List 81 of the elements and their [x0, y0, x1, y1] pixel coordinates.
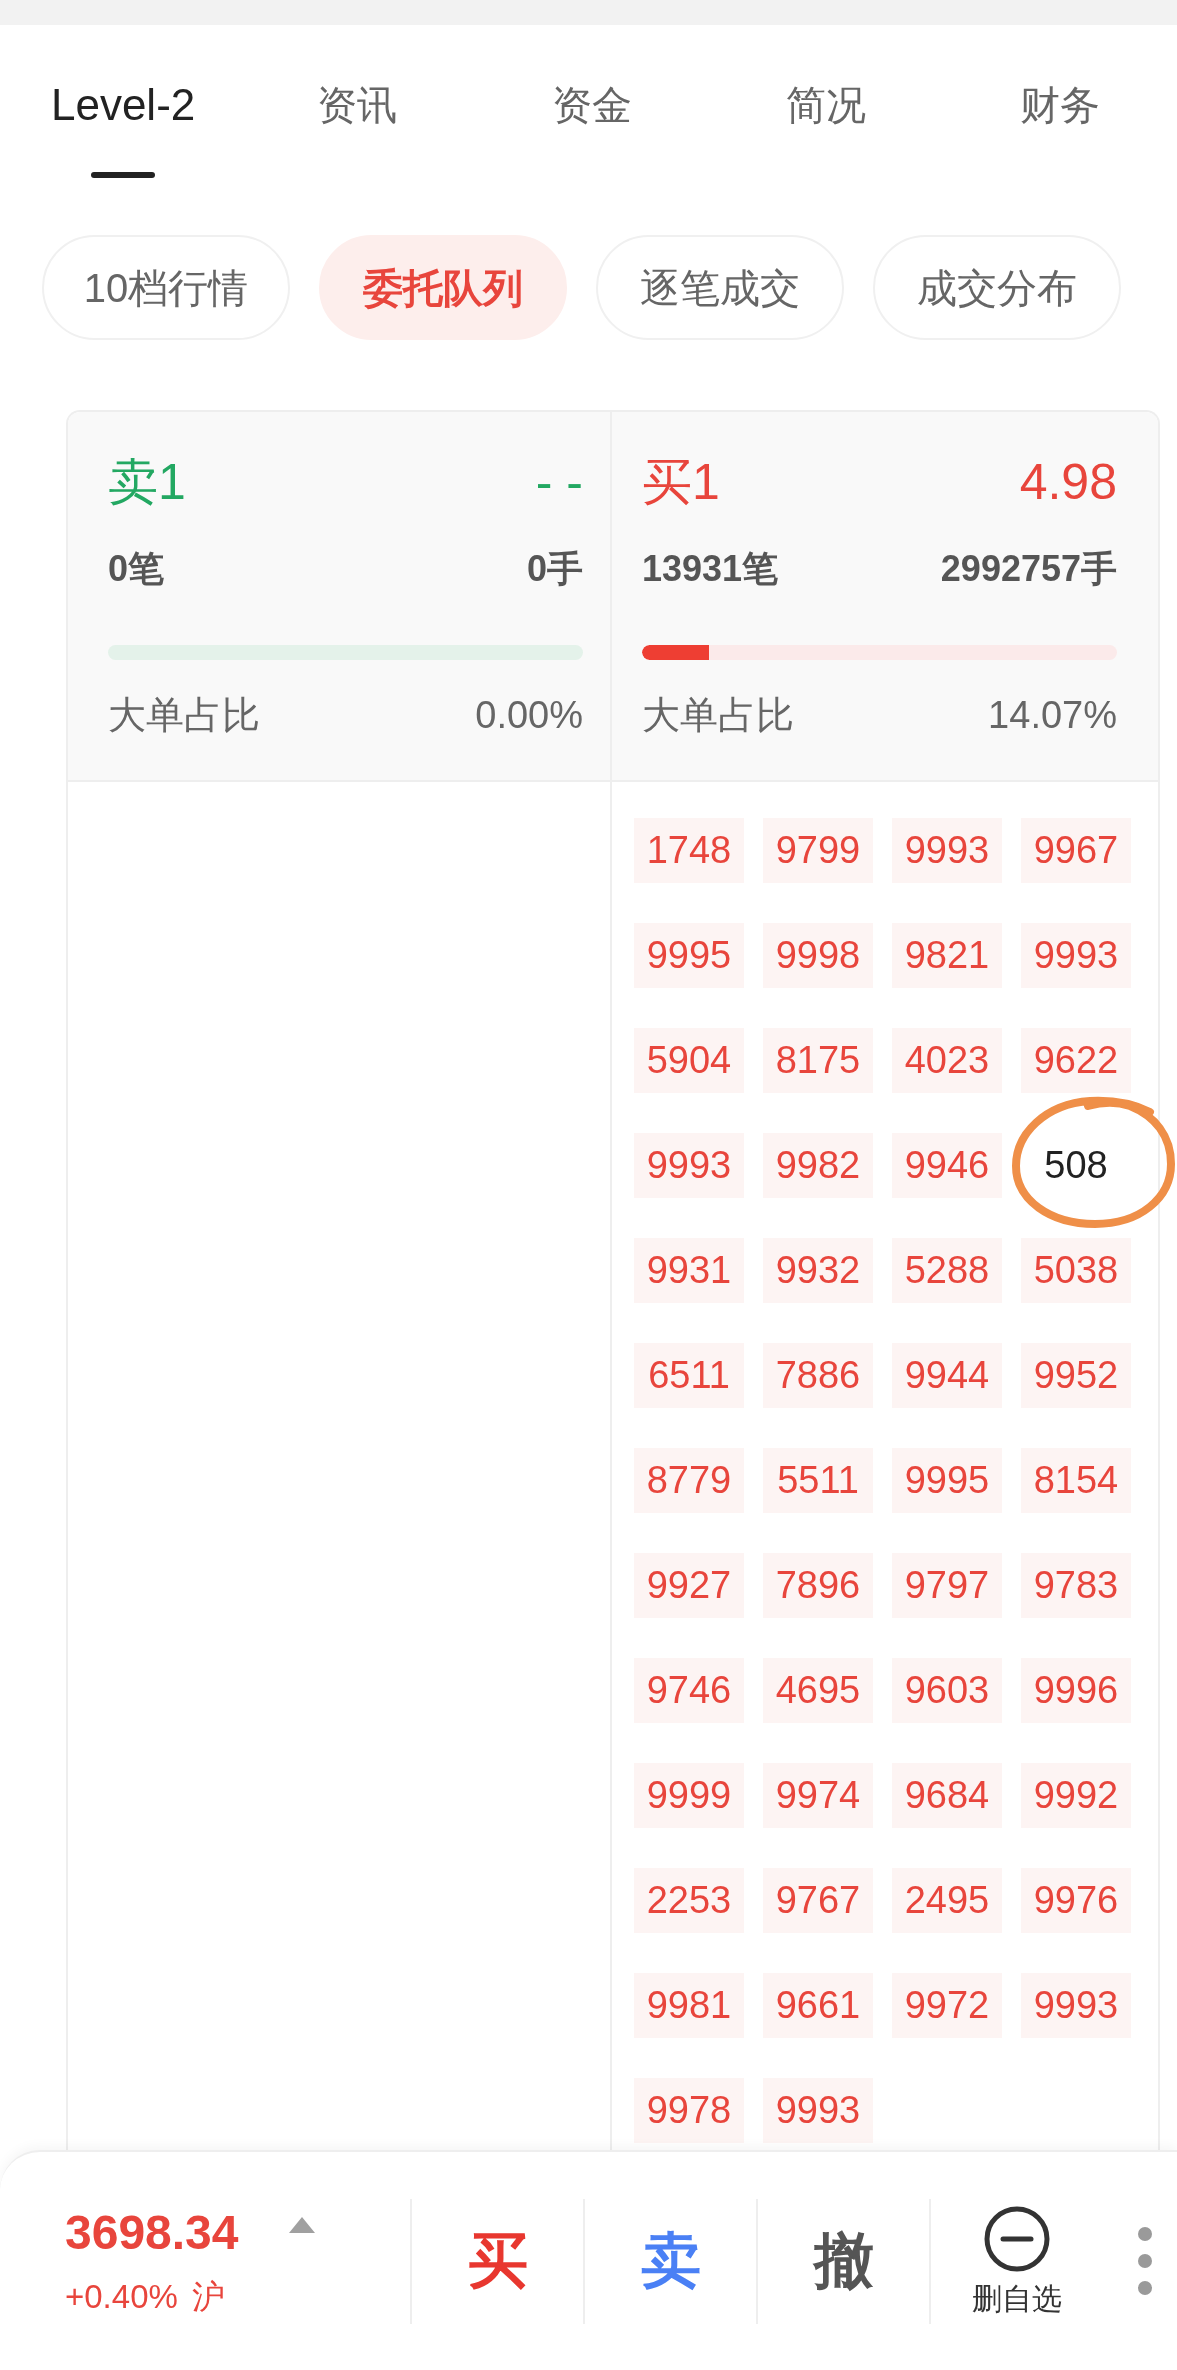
queued-order-volume: 8175 — [763, 1028, 873, 1093]
queued-order-volume: 5904 — [634, 1028, 744, 1093]
order-count: 0笔 — [108, 547, 165, 591]
queued-order-volume: 9661 — [763, 1973, 873, 2038]
queued-order-volume: 9931 — [634, 1238, 744, 1303]
ratio-label: 大单占比 — [108, 693, 260, 738]
queued-order-volume: 9967 — [1021, 818, 1131, 883]
queued-order-volume: 9976 — [1021, 1868, 1131, 1933]
queued-order-volume: 9998 — [763, 923, 873, 988]
queue-level-label: 卖1 — [108, 453, 186, 512]
triangle-up-icon — [288, 2217, 315, 2233]
queued-order-volume: 9993 — [1021, 923, 1131, 988]
index-price: 3698.34 — [65, 2205, 239, 2261]
queued-order-volume: 9927 — [634, 1553, 744, 1618]
section-tab[interactable]: 资讯 — [240, 80, 475, 130]
lot-count: 2992757手 — [940, 547, 1117, 591]
queued-order-volume: 9821 — [892, 923, 1002, 988]
queued-order-volume: 4023 — [892, 1028, 1002, 1093]
queued-order-volume: 9684 — [892, 1763, 1002, 1828]
section-tab[interactable]: 财务 — [942, 80, 1177, 130]
queued-order-volume: 6511 — [634, 1343, 744, 1408]
queued-order-volume: 9622 — [1021, 1028, 1131, 1093]
queued-order-volume: 9995 — [892, 1448, 1002, 1513]
queued-order-volume: 9992 — [1021, 1763, 1131, 1828]
queued-order-volume: 9603 — [892, 1658, 1002, 1723]
queued-order-volume: 1748 — [634, 818, 744, 883]
queued-order-volume: 9995 — [634, 923, 744, 988]
trade-action-button[interactable]: 撤 — [756, 2198, 929, 2324]
queued-order-volume: 5038 — [1021, 1238, 1131, 1303]
queued-order-volume: 9993 — [634, 1133, 744, 1198]
section-tab[interactable]: 资金 — [474, 80, 709, 130]
queued-order-volume: 9974 — [763, 1763, 873, 1828]
queued-order-volume: 9981 — [634, 1973, 744, 2038]
queued-order-volume: 9946 — [892, 1133, 1002, 1198]
queued-order-volume: 508 — [1043, 1143, 1109, 1188]
queued-order-volume: 9996 — [1021, 1658, 1131, 1723]
ratio-value: 0.00% — [475, 693, 583, 738]
queued-order-volume: 9944 — [892, 1343, 1002, 1408]
more-options-icon[interactable] — [1138, 2227, 1152, 2295]
queued-order-volume: 9978 — [634, 2078, 744, 2143]
queued-order-volume: 8154 — [1021, 1448, 1131, 1513]
queued-order-volume: 9952 — [1021, 1343, 1131, 1408]
queued-order-volume: 9797 — [892, 1553, 1002, 1618]
index-market: 沪 — [191, 2277, 225, 2317]
section-tab[interactable]: 简况 — [708, 80, 943, 130]
queued-order-volume: 9972 — [892, 1973, 1002, 2038]
queued-order-volume: 9993 — [892, 818, 1002, 883]
queued-order-volume: 7886 — [763, 1343, 873, 1408]
queued-order-volume: 9932 — [763, 1238, 873, 1303]
queued-order-volume: 9799 — [763, 818, 873, 883]
queue-view-chip[interactable]: 委托队列 — [319, 235, 567, 340]
minus-circle-icon — [982, 2205, 1051, 2273]
queue-view-chip[interactable]: 10档行情 — [42, 235, 290, 340]
queued-order-volume: 5511 — [763, 1448, 873, 1513]
queued-order-volume: 9993 — [763, 2078, 873, 2143]
lot-count: 0手 — [526, 547, 583, 591]
queued-order-volume: 2495 — [892, 1868, 1002, 1933]
queued-order-volume: 8779 — [634, 1448, 744, 1513]
queue-price: - - — [535, 453, 583, 512]
queued-order-volume: 2253 — [634, 1868, 744, 1933]
queued-order-volume: 9999 — [634, 1763, 744, 1828]
queued-order-volume: 9767 — [763, 1868, 873, 1933]
queued-order-volume: 7896 — [763, 1553, 873, 1618]
queued-order-volume: 9746 — [634, 1658, 744, 1723]
remove-watchlist-button[interactable]: 删自选 — [929, 2198, 1102, 2324]
queued-order-volume: 9982 — [763, 1133, 873, 1198]
queued-order-volume: 5288 — [892, 1238, 1002, 1303]
trade-action-button[interactable]: 卖 — [583, 2198, 756, 2324]
queued-order-volume: 4695 — [763, 1658, 873, 1723]
ratio-label: 大单占比 — [642, 693, 794, 738]
queue-view-chip[interactable]: 成交分布 — [873, 235, 1121, 340]
queue-view-chip[interactable]: 逐笔成交 — [596, 235, 844, 340]
queued-order-volume: 9783 — [1021, 1553, 1131, 1618]
queue-price: 4.98 — [1019, 453, 1117, 512]
queued-order-volume: 9993 — [1021, 1973, 1131, 2038]
trade-action-button[interactable]: 买 — [410, 2198, 583, 2324]
section-tab[interactable]: Level-2 — [6, 80, 241, 178]
order-count: 13931笔 — [642, 547, 779, 591]
ratio-value: 14.07% — [988, 693, 1117, 738]
queue-level-label: 买1 — [642, 453, 720, 512]
index-change: +0.40% — [65, 2277, 178, 2317]
